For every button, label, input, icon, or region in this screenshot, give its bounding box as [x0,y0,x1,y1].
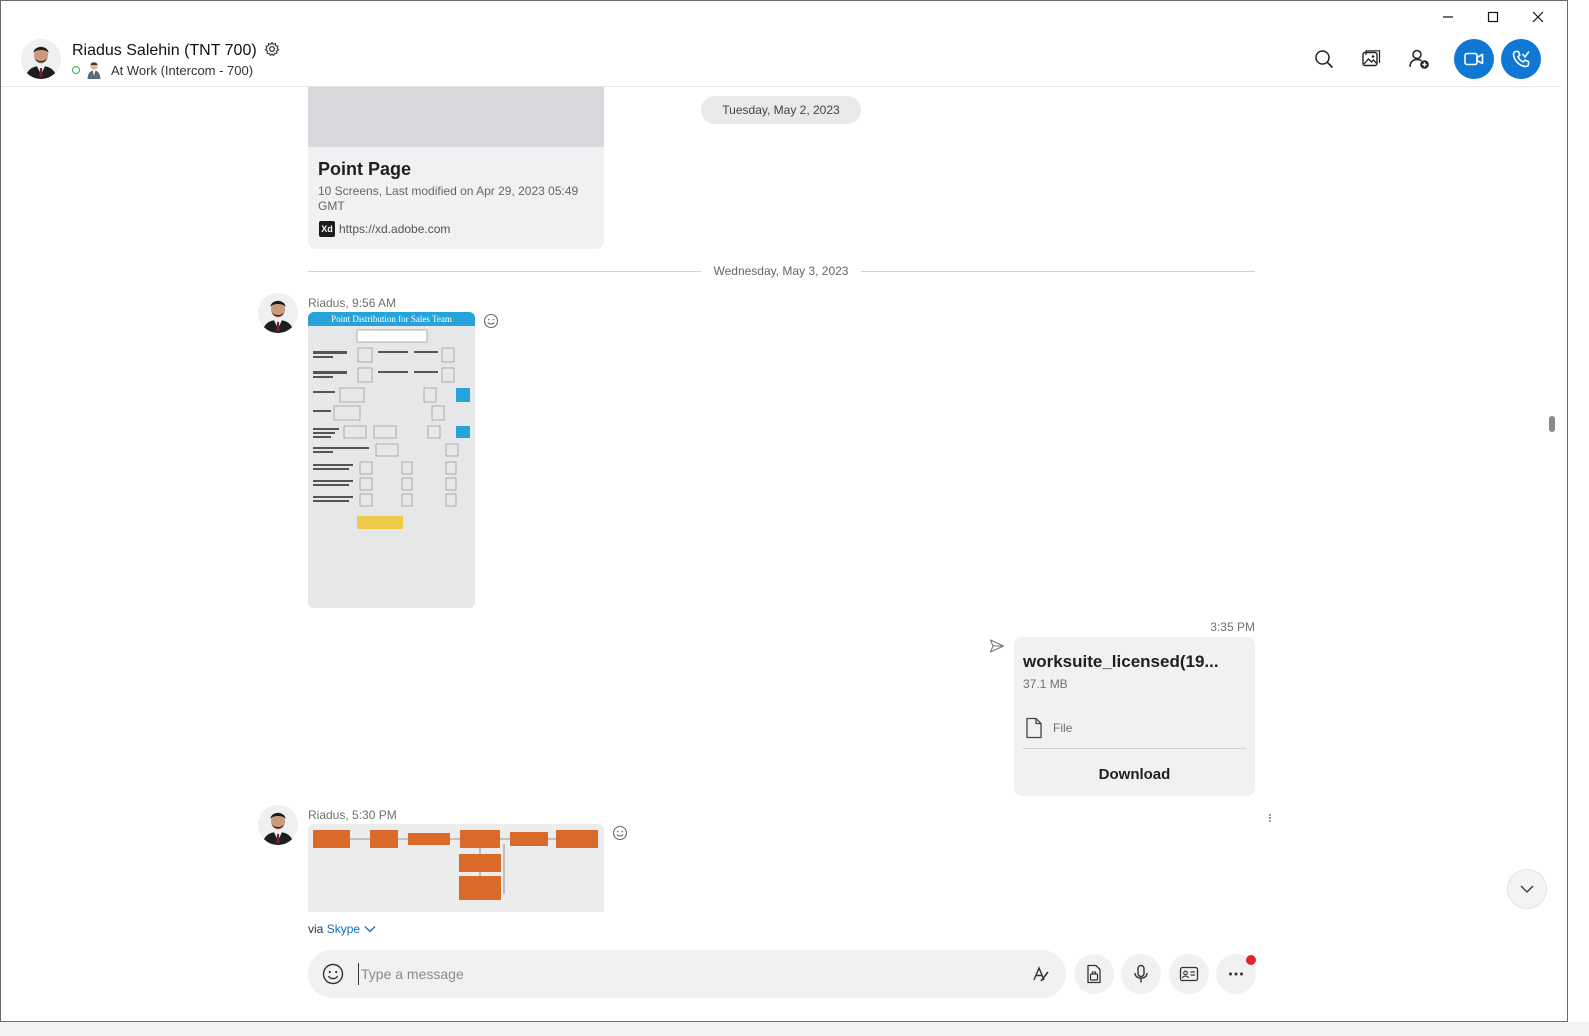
date-divider-line-left [308,271,701,272]
search-button[interactable] [1304,39,1344,79]
image-attachment[interactable] [308,824,604,912]
file-card-separator [1023,748,1246,749]
audio-call-icon [1512,50,1530,68]
message-input[interactable] [358,963,1008,985]
video-call-button[interactable] [1454,39,1494,79]
skype-window: Riadus Salehin (TNT 700) At Work (Interc… [0,0,1568,1022]
add-person-button[interactable] [1399,39,1439,79]
link-preview-meta: 10 Screens, Last modified on Apr 29, 202… [318,184,579,213]
message-time: 3:35 PM [1210,620,1255,634]
message-composer [308,950,1066,998]
voice-message-button[interactable] [1121,954,1161,994]
diagram-thumbnail [313,329,470,529]
date-divider: Wednesday, May 3, 2023 [713,264,849,278]
minimize-icon [1443,16,1453,18]
person-photo [258,805,298,845]
contact-name[interactable]: Riadus Salehin (TNT 700) [72,41,280,60]
close-button[interactable] [1516,3,1560,31]
contact-avatar[interactable] [21,39,61,79]
chevron-down-icon [364,926,376,933]
file-size: 37.1 MB [1023,677,1068,691]
text-format-icon[interactable] [1030,964,1050,984]
file-icon [1026,717,1042,739]
maximize-icon [1487,11,1499,23]
status-message[interactable]: At Work (Intercom - 700) [111,63,253,78]
contact-card-icon [1179,966,1199,982]
file-type: File [1053,721,1073,735]
video-call-icon [1464,52,1484,66]
minimize-button[interactable] [1426,3,1470,31]
file-name: worksuite_licensed(19... [1023,652,1219,671]
sent-icon [989,639,1005,653]
desktop-strip [0,1022,1589,1036]
adobe-xd-icon: Xd [319,221,335,237]
link-preview-url[interactable]: https://xd.adobe.com [339,222,450,236]
chat-header: Riadus Salehin (TNT 700) At Work (Interc… [1,31,1561,87]
maximize-button[interactable] [1471,3,1515,31]
gallery-icon [1362,50,1381,67]
image-heading: Point Distribution for Sales Team [308,312,475,326]
audio-call-button[interactable] [1501,39,1541,79]
via-skype-selector[interactable]: via Skype [308,922,376,936]
notification-badge [1246,955,1256,965]
worker-emoji-icon [87,62,101,79]
file-attachment-card[interactable]: worksuite_licensed(19... 37.1 MB File Do… [1014,637,1255,796]
close-icon [1532,11,1544,23]
add-person-icon [1409,49,1429,69]
link-preview-card[interactable]: Point Page 10 Screens, Last modified on … [308,87,604,249]
message-sender-time: Riadus, 5:30 PM [308,808,397,822]
sender-avatar[interactable] [258,805,298,845]
date-pill: Tuesday, May 2, 2023 [701,96,861,124]
contact-card-button[interactable] [1169,954,1209,994]
message-sender-time: Riadus, 9:56 AM [308,296,397,310]
microphone-icon [1134,964,1148,983]
sender-avatar[interactable] [258,293,298,333]
via-skype-link[interactable]: Skype [327,922,360,936]
via-label: via [308,922,324,936]
chevron-down-icon [1520,885,1534,894]
flowchart-thumbnail [313,830,598,900]
presence-dot [72,66,80,74]
link-preview-title: Point Page [318,159,412,179]
add-reaction-icon[interactable] [612,825,628,841]
date-divider-line-right [861,271,1255,272]
link-preview-thumbnail [308,87,604,147]
scrollbar-thumb[interactable] [1549,416,1555,432]
share-file-button[interactable] [1074,954,1114,994]
gallery-button[interactable] [1351,39,1391,79]
more-options-icon[interactable] [1267,811,1273,825]
contact-name-text: Riadus Salehin (TNT 700) [72,42,257,59]
add-reaction-icon[interactable] [483,313,499,329]
emoji-icon[interactable] [322,963,344,985]
gear-icon[interactable] [264,41,280,57]
download-button[interactable]: Download [1014,766,1255,783]
person-photo [258,293,298,333]
file-share-icon [1087,964,1101,984]
image-attachment[interactable]: Point Distribution for Sales Team [308,312,475,608]
search-icon [1315,50,1334,69]
person-photo [21,39,61,79]
ellipsis-icon [1229,972,1243,976]
scroll-to-bottom-button[interactable] [1507,869,1547,909]
